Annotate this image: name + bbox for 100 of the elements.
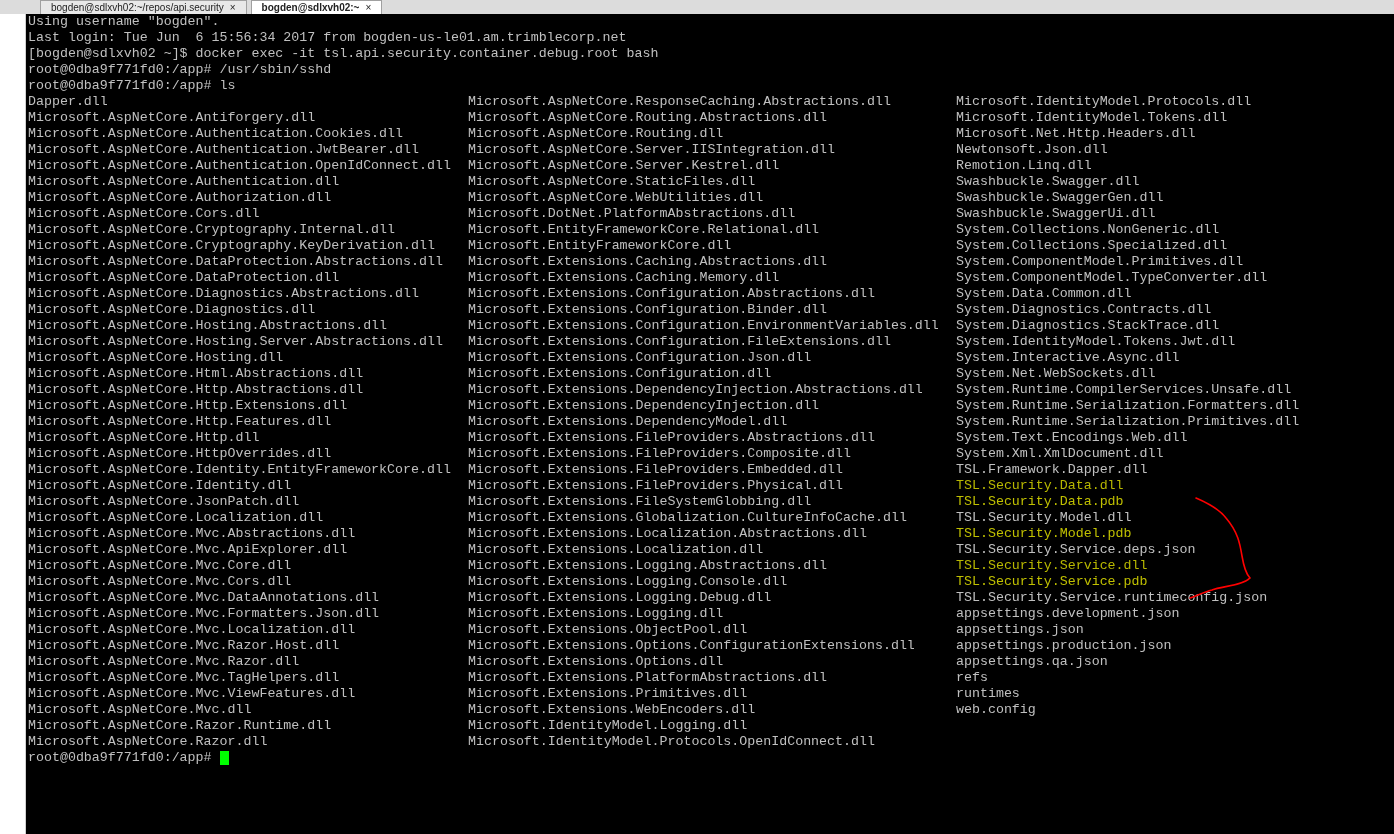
file-name: Microsoft.AspNetCore.ResponseCaching.Abstractions.dll xyxy=(468,94,891,110)
file-name: System.Runtime.CompilerServices.Unsafe.dll xyxy=(956,382,1292,398)
file-name: TSL.Security.Service.runtimeconfig.json xyxy=(956,590,1268,606)
file-name: Microsoft.EntityFrameworkCore.dll xyxy=(468,238,732,254)
file-name: Microsoft.Extensions.FileProviders.Composite.dll xyxy=(468,446,851,462)
file-name: appsettings.qa.json xyxy=(956,654,1108,670)
file-name: web.config xyxy=(956,702,1036,718)
file-name: Microsoft.AspNetCore.Http.Abstractions.dll xyxy=(28,382,364,398)
file-name: Microsoft.IdentityModel.Protocols.OpenIdConnect.dll xyxy=(468,734,875,750)
terminal-line: Using username "bogden". xyxy=(28,14,220,30)
text-cursor xyxy=(219,751,229,765)
file-name: Microsoft.Extensions.Caching.Memory.dll xyxy=(468,270,780,286)
file-name: Microsoft.AspNetCore.Mvc.ApiExplorer.dll xyxy=(28,542,348,558)
file-name: Microsoft.AspNetCore.Authorization.dll xyxy=(28,190,332,206)
file-name: Microsoft.Extensions.Options.ConfigurationExtensions.dll xyxy=(468,638,915,654)
file-name: System.ComponentModel.TypeConverter.dll xyxy=(956,270,1268,286)
file-name: System.Interactive.Async.dll xyxy=(956,350,1180,366)
file-name: System.Collections.NonGeneric.dll xyxy=(956,222,1220,238)
file-name: Microsoft.Extensions.FileProviders.Physical.dll xyxy=(468,478,844,494)
file-name: TSL.Security.Model.dll xyxy=(956,510,1132,526)
file-name: Microsoft.AspNetCore.WebUtilities.dll xyxy=(468,190,764,206)
terminal-line: root@0dba9f771fd0:/app# /usr/sbin/sshd xyxy=(28,62,332,78)
file-name: Microsoft.AspNetCore.Mvc.Formatters.Json.dll xyxy=(28,606,380,622)
file-name: Microsoft.AspNetCore.Cryptography.KeyDerivation.dll xyxy=(28,238,435,254)
file-name: appsettings.production.json xyxy=(956,638,1172,654)
file-name: Microsoft.AspNetCore.Antiforgery.dll xyxy=(28,110,316,126)
tab-label: bogden@sdlxvh02:~/repos/api.security xyxy=(51,1,224,14)
file-name: Microsoft.Extensions.Globalization.CultureInfoCache.dll xyxy=(468,510,907,526)
file-name: Microsoft.Net.Http.Headers.dll xyxy=(956,126,1196,142)
file-name: Microsoft.Extensions.Configuration.FileExtensions.dll xyxy=(468,334,891,350)
file-name: Microsoft.Extensions.Localization.Abstractions.dll xyxy=(468,526,867,542)
file-name: Microsoft.AspNetCore.Hosting.Server.Abstractions.dll xyxy=(28,334,443,350)
tab-close-button[interactable]: × xyxy=(229,1,236,14)
file-name: Microsoft.IdentityModel.Tokens.dll xyxy=(956,110,1228,126)
file-name: Microsoft.Extensions.FileProviders.Embedded.dll xyxy=(468,462,844,478)
file-name: Microsoft.Extensions.WebEncoders.dll xyxy=(468,702,756,718)
file-name: Microsoft.AspNetCore.Authentication.Cookies.dll xyxy=(28,126,404,142)
file-name: Microsoft.Extensions.DependencyInjection.dll xyxy=(468,398,820,414)
file-name: Microsoft.AspNetCore.Hosting.Abstractions.dll xyxy=(28,318,388,334)
file-name: Swashbuckle.SwaggerUi.dll xyxy=(956,206,1156,222)
file-name: Microsoft.AspNetCore.Routing.Abstractions.dll xyxy=(468,110,828,126)
file-name: Microsoft.AspNetCore.Razor.Runtime.dll xyxy=(28,718,332,734)
terminal-tab[interactable]: bogden@sdlxvh02:~ × xyxy=(250,0,383,14)
file-name: Microsoft.AspNetCore.Mvc.ViewFeatures.dll xyxy=(28,686,356,702)
file-name: Microsoft.AspNetCore.Authentication.dll xyxy=(28,174,340,190)
file-name: Microsoft.AspNetCore.Identity.EntityFrameworkCore.dll xyxy=(28,462,451,478)
file-name: TSL.Framework.Dapper.dll xyxy=(956,462,1148,478)
file-name: Microsoft.AspNetCore.Mvc.Localization.dll xyxy=(28,622,356,638)
file-name: Microsoft.AspNetCore.Server.Kestrel.dll xyxy=(468,158,780,174)
file-name: Microsoft.AspNetCore.Razor.dll xyxy=(28,734,268,750)
file-name: TSL.Security.Model.pdb xyxy=(956,526,1132,542)
file-name: System.Xml.XmlDocument.dll xyxy=(956,446,1164,462)
file-name: Remotion.Linq.dll xyxy=(956,158,1092,174)
file-name: Microsoft.Extensions.Primitives.dll xyxy=(468,686,748,702)
file-name: Microsoft.AspNetCore.Cors.dll xyxy=(28,206,260,222)
file-name: Microsoft.EntityFrameworkCore.Relational.dll xyxy=(468,222,820,238)
file-name: Microsoft.Extensions.DependencyModel.dll xyxy=(468,414,788,430)
file-name: Microsoft.Extensions.FileSystemGlobbing.dll xyxy=(468,494,812,510)
file-name: Microsoft.AspNetCore.Mvc.DataAnnotations.dll xyxy=(28,590,380,606)
file-name: Microsoft.Extensions.PlatformAbstractions.dll xyxy=(468,670,828,686)
shell-prompt: root@0dba9f771fd0:/app# xyxy=(28,750,212,766)
file-name: Microsoft.AspNetCore.Authentication.OpenIdConnect.dll xyxy=(28,158,451,174)
file-name: appsettings.development.json xyxy=(956,606,1180,622)
file-name: Microsoft.Extensions.FileProviders.Abstractions.dll xyxy=(468,430,875,446)
file-name: Microsoft.AspNetCore.Http.Extensions.dll xyxy=(28,398,348,414)
file-name: Newtonsoft.Json.dll xyxy=(956,142,1108,158)
file-name: Microsoft.AspNetCore.Localization.dll xyxy=(28,510,324,526)
file-name: Swashbuckle.SwaggerGen.dll xyxy=(956,190,1164,206)
file-name: TSL.Security.Service.pdb xyxy=(956,574,1148,590)
file-name: System.Text.Encodings.Web.dll xyxy=(956,430,1188,446)
file-name: Microsoft.Extensions.Logging.Abstractions.dll xyxy=(468,558,828,574)
file-name: Microsoft.Extensions.Configuration.Binder.dll xyxy=(468,302,828,318)
tab-close-button[interactable]: × xyxy=(365,1,372,14)
terminal-line: root@0dba9f771fd0:/app# ls xyxy=(28,78,236,94)
file-name: Microsoft.Extensions.Logging.dll xyxy=(468,606,724,622)
file-name: Microsoft.AspNetCore.Cryptography.Internal.dll xyxy=(28,222,396,238)
file-name: Microsoft.AspNetCore.Http.dll xyxy=(28,430,260,446)
file-name: Microsoft.Extensions.Configuration.Abstractions.dll xyxy=(468,286,875,302)
file-name: Microsoft.Extensions.Logging.Console.dll xyxy=(468,574,788,590)
file-name: Swashbuckle.Swagger.dll xyxy=(956,174,1140,190)
file-name: Microsoft.AspNetCore.Mvc.dll xyxy=(28,702,252,718)
file-name: Microsoft.AspNetCore.StaticFiles.dll xyxy=(468,174,756,190)
file-name: Microsoft.AspNetCore.Mvc.Razor.dll xyxy=(28,654,300,670)
file-name: Dapper.dll xyxy=(28,94,108,110)
file-name: System.Diagnostics.Contracts.dll xyxy=(956,302,1212,318)
file-name: Microsoft.Extensions.Configuration.Json.dll xyxy=(468,350,812,366)
terminal-line: Last login: Tue Jun 6 15:56:34 2017 from bogden-us-le01.am.trimblecorp.net xyxy=(28,30,627,46)
file-name: refs xyxy=(956,670,988,686)
file-name: Microsoft.AspNetCore.Http.Features.dll xyxy=(28,414,332,430)
file-name: System.Collections.Specialized.dll xyxy=(956,238,1228,254)
file-name: Microsoft.Extensions.DependencyInjection.Abstractions.dll xyxy=(468,382,923,398)
file-name: Microsoft.IdentityModel.Logging.dll xyxy=(468,718,748,734)
file-name: Microsoft.Extensions.Configuration.dll xyxy=(468,366,772,382)
file-name: runtimes xyxy=(956,686,1020,702)
file-name: System.Data.Common.dll xyxy=(956,286,1132,302)
file-name: Microsoft.AspNetCore.Hosting.dll xyxy=(28,350,284,366)
file-name: System.ComponentModel.Primitives.dll xyxy=(956,254,1244,270)
file-name: Microsoft.AspNetCore.Authentication.JwtBearer.dll xyxy=(28,142,419,158)
terminal-tab[interactable]: bogden@sdlxvh02:~/repos/api.security × xyxy=(40,0,247,14)
file-name: Microsoft.Extensions.Configuration.EnvironmentVariables.dll xyxy=(468,318,939,334)
